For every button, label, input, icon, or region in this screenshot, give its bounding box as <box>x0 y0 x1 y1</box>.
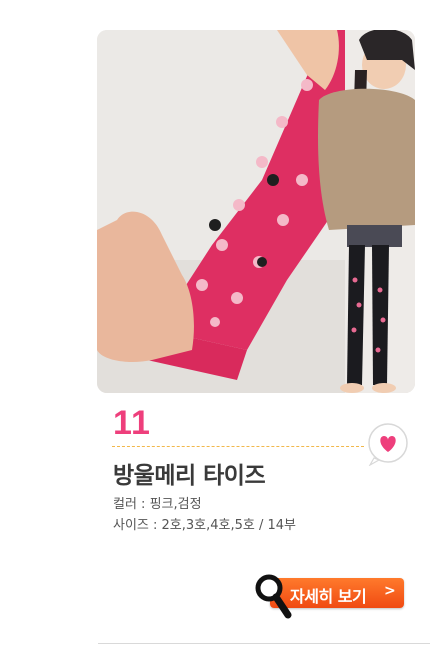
product-photo[interactable] <box>97 30 415 393</box>
heart-bubble-icon[interactable] <box>366 422 410 467</box>
product-name: 방울메리 타이즈 <box>113 463 266 489</box>
product-size: 사이즈 : 2호,3호,4호,5호 / 14부 <box>113 518 296 533</box>
product-number: 11 <box>113 404 151 442</box>
bottom-divider <box>98 643 430 644</box>
view-detail-label: 자세히 보기 <box>290 587 367 606</box>
magnifier-icon <box>255 574 292 619</box>
product-color: 컬러 : 핑크,검정 <box>113 497 202 512</box>
chevron-right-icon: > <box>384 583 396 599</box>
divider <box>112 446 364 447</box>
view-detail-button[interactable]: 자세히 보기 > <box>255 574 406 619</box>
